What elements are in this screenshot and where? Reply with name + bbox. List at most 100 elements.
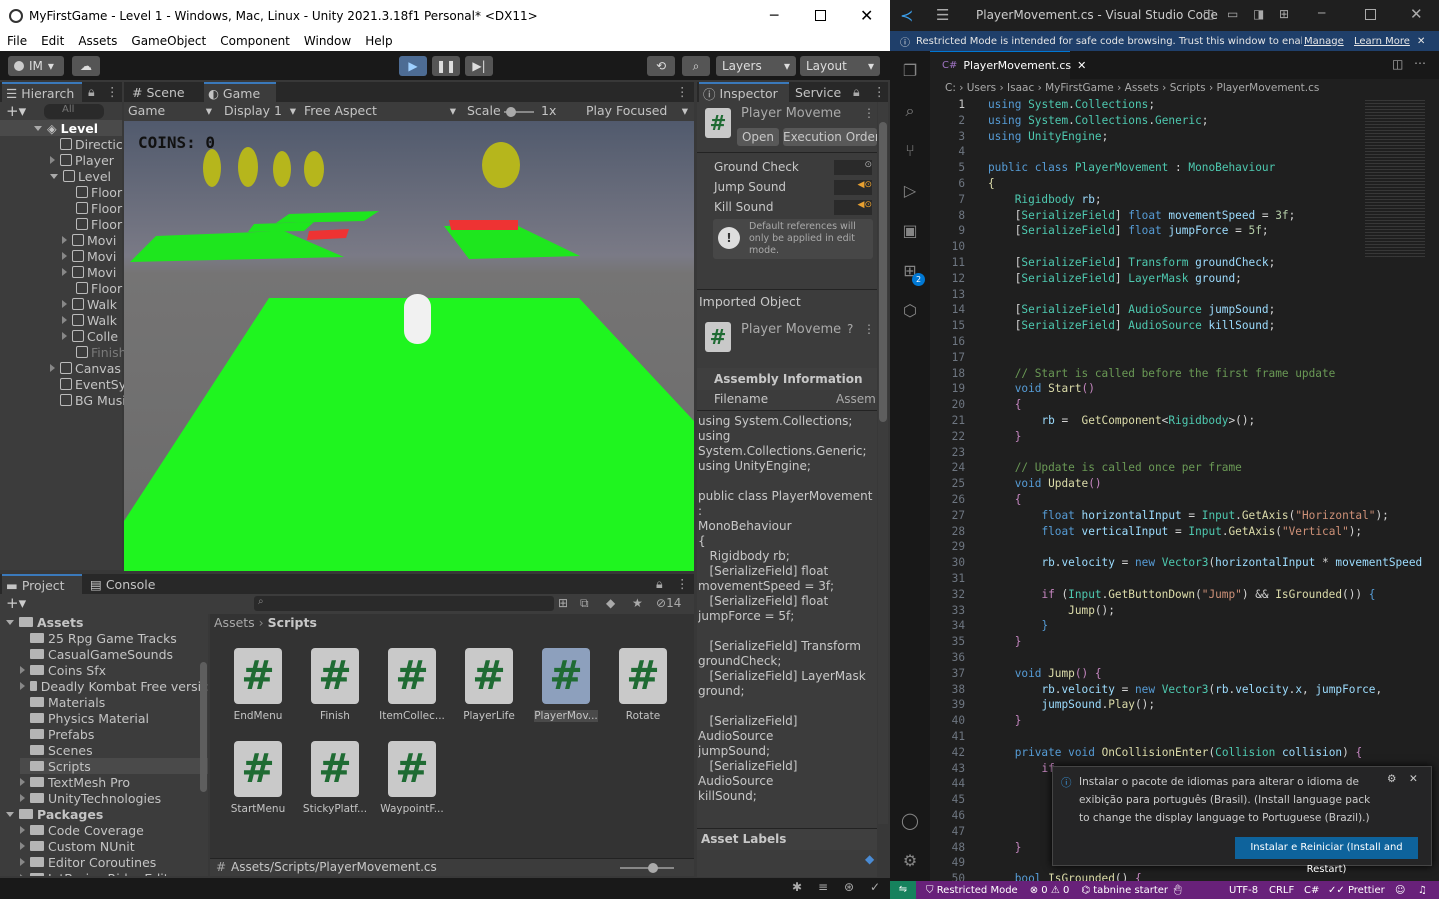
code-line[interactable]: // Start is called before the first fram… <box>988 367 1336 383</box>
code-line[interactable]: rb.velocity = new Vector3(horizontalInpu… <box>988 556 1422 572</box>
code-line[interactable]: } <box>988 841 1022 857</box>
add-icon[interactable]: +▾ <box>6 594 26 612</box>
code-line[interactable]: bool IsGrounded() { <box>988 872 1142 881</box>
hidden-count[interactable]: ⊘14 <box>656 596 681 610</box>
split-editor-icon[interactable]: ◫ <box>1392 57 1403 71</box>
hierarchy-item[interactable]: Colle <box>62 328 118 344</box>
menu-window[interactable]: Window <box>297 34 358 48</box>
project-search-input[interactable]: ⌕ <box>254 596 554 611</box>
tree-folder-item[interactable]: Prefabs <box>20 726 208 742</box>
eol-status[interactable]: CRLF <box>1269 885 1294 896</box>
hierarchy-item[interactable]: Directic <box>60 136 123 152</box>
cloud-button[interactable]: ☁ <box>72 56 100 76</box>
explorer-icon[interactable]: ❐ <box>900 61 920 81</box>
breadcrumb-item[interactable]: Assets <box>1125 82 1159 94</box>
lock-icon[interactable]: 🔒︎ <box>853 84 860 100</box>
tab-game[interactable]: ◐ Game <box>204 82 276 102</box>
hierarchy-item[interactable]: Walk <box>62 312 117 328</box>
slider-thumb[interactable] <box>506 107 516 117</box>
code-line[interactable]: { <box>988 493 1022 509</box>
slider-thumb[interactable] <box>648 863 658 873</box>
more-icon[interactable]: ⋮ <box>106 84 119 99</box>
feedback-icon[interactable]: ☺ <box>1395 885 1405 896</box>
layout-icon[interactable]: ⊞ <box>1279 7 1289 21</box>
remote-indicator[interactable]: ⇋ <box>890 881 916 899</box>
more-icon[interactable]: ⋮ <box>676 576 689 591</box>
script-file-label[interactable]: StickyPlatf... <box>295 803 375 815</box>
hierarchy-item[interactable]: Player <box>50 152 114 168</box>
star-icon[interactable]: ★ <box>632 596 643 610</box>
maximize-button[interactable] <box>1365 9 1376 20</box>
script-file-label[interactable]: Finish <box>295 710 375 722</box>
tab-scene[interactable]: # Scene <box>128 82 200 102</box>
problems-status[interactable]: ⊗ 0 ⚠ 0 <box>1030 885 1070 896</box>
menu-hamburger-icon[interactable]: ☰ <box>936 6 949 24</box>
package-item[interactable]: Code Coverage <box>20 822 144 838</box>
script-file-label[interactable]: StartMenu <box>218 803 298 815</box>
close-button[interactable]: ✕ <box>860 6 873 25</box>
play-button[interactable]: ▶ <box>399 56 427 76</box>
script-file-icon[interactable]: # <box>619 648 667 704</box>
help-icon[interactable]: ? <box>847 322 853 336</box>
code-line[interactable]: { <box>988 398 1022 414</box>
script-file-icon[interactable]: # <box>388 741 436 797</box>
breadcrumb-item[interactable]: PlayerMovement.cs <box>1217 82 1320 94</box>
expand-icon[interactable] <box>20 794 25 802</box>
script-file-icon[interactable]: # <box>311 741 359 797</box>
breadcrumb-item[interactable]: Users <box>967 82 996 94</box>
tree-folder-item[interactable]: Coins Sfx <box>20 662 208 678</box>
breadcrumb-item[interactable]: Assets <box>214 615 255 630</box>
scale-slider[interactable] <box>504 107 534 117</box>
code-line[interactable]: void Update() <box>988 477 1102 493</box>
tree-folder-item[interactable]: Scripts <box>20 758 208 774</box>
code-line[interactable]: Jump(); <box>988 604 1115 620</box>
more-icon[interactable]: ⋮ <box>863 106 875 120</box>
code-line[interactable]: [SerializeField] AudioSource jumpSound; <box>988 303 1276 319</box>
hierarchy-item[interactable]: Floor <box>76 184 122 200</box>
expand-icon[interactable] <box>20 682 25 690</box>
expand-icon[interactable] <box>62 268 67 276</box>
expand-icon[interactable] <box>62 300 67 308</box>
code-line[interactable]: } <box>988 430 1022 446</box>
expand-icon[interactable] <box>20 666 25 674</box>
tree-folder-item[interactable]: Materials <box>20 694 208 710</box>
code-line[interactable]: if (Input.GetButtonDown("Jump") && IsGro… <box>988 588 1375 604</box>
code-line[interactable]: } <box>988 714 1022 730</box>
breadcrumb-item[interactable]: C: <box>945 82 956 94</box>
step-button[interactable]: ▶| <box>465 56 493 76</box>
expand-icon[interactable] <box>20 858 25 866</box>
menu-file[interactable]: File <box>0 34 34 48</box>
hierarchy-item[interactable]: Finish <box>76 344 127 360</box>
layout-dropdown[interactable]: Layout ▾ <box>800 56 880 76</box>
toggle-secondary-icon[interactable]: ◨ <box>1253 7 1264 21</box>
script-file-label[interactable]: PlayerLife <box>449 710 529 722</box>
code-line[interactable]: [SerializeField] Transform groundCheck; <box>988 256 1276 272</box>
hierarchy-item[interactable]: Floor <box>76 216 122 232</box>
minimap[interactable] <box>1365 98 1425 258</box>
tree-root-packages[interactable]: Packages <box>6 806 103 822</box>
play-focused-dropdown[interactable]: Play Focused ▾ <box>586 103 688 118</box>
minimize-button[interactable]: ─ <box>1318 6 1325 20</box>
add-icon[interactable]: +▾ <box>6 102 26 120</box>
unity-icon[interactable]: ⬡ <box>900 301 920 321</box>
manage-link[interactable]: Manage <box>1304 36 1344 47</box>
code-line[interactable]: } <box>988 619 1048 635</box>
breadcrumb-item[interactable]: MyFirstGame <box>1045 82 1114 94</box>
tree-folder-item[interactable]: Scenes <box>20 742 208 758</box>
tree-root-assets[interactable]: Assets <box>6 614 83 630</box>
game-mode-dropdown[interactable]: Game ▾ <box>128 103 212 118</box>
type-filter-icon[interactable]: ⧉ <box>580 596 589 611</box>
breadcrumb-item[interactable]: Isaac <box>1007 82 1034 94</box>
package-item[interactable]: Custom NUnit <box>20 838 135 854</box>
more-icon[interactable]: ⋮ <box>863 322 875 336</box>
code-line[interactable]: rb.velocity = new Vector3(rb.velocity.x,… <box>988 683 1382 699</box>
expand-icon[interactable] <box>62 332 67 340</box>
expand-icon[interactable] <box>20 778 25 786</box>
menu-edit[interactable]: Edit <box>34 34 71 48</box>
restricted-mode-status[interactable]: ⛉ Restricted Mode <box>926 885 1018 896</box>
script-file-label[interactable]: Rotate <box>603 710 683 722</box>
script-file-icon[interactable]: # <box>234 741 282 797</box>
check-icon[interactable]: ✓ <box>870 880 880 894</box>
tab-console[interactable]: ▤ Console <box>86 574 166 594</box>
package-item[interactable]: Editor Coroutines <box>20 854 156 870</box>
